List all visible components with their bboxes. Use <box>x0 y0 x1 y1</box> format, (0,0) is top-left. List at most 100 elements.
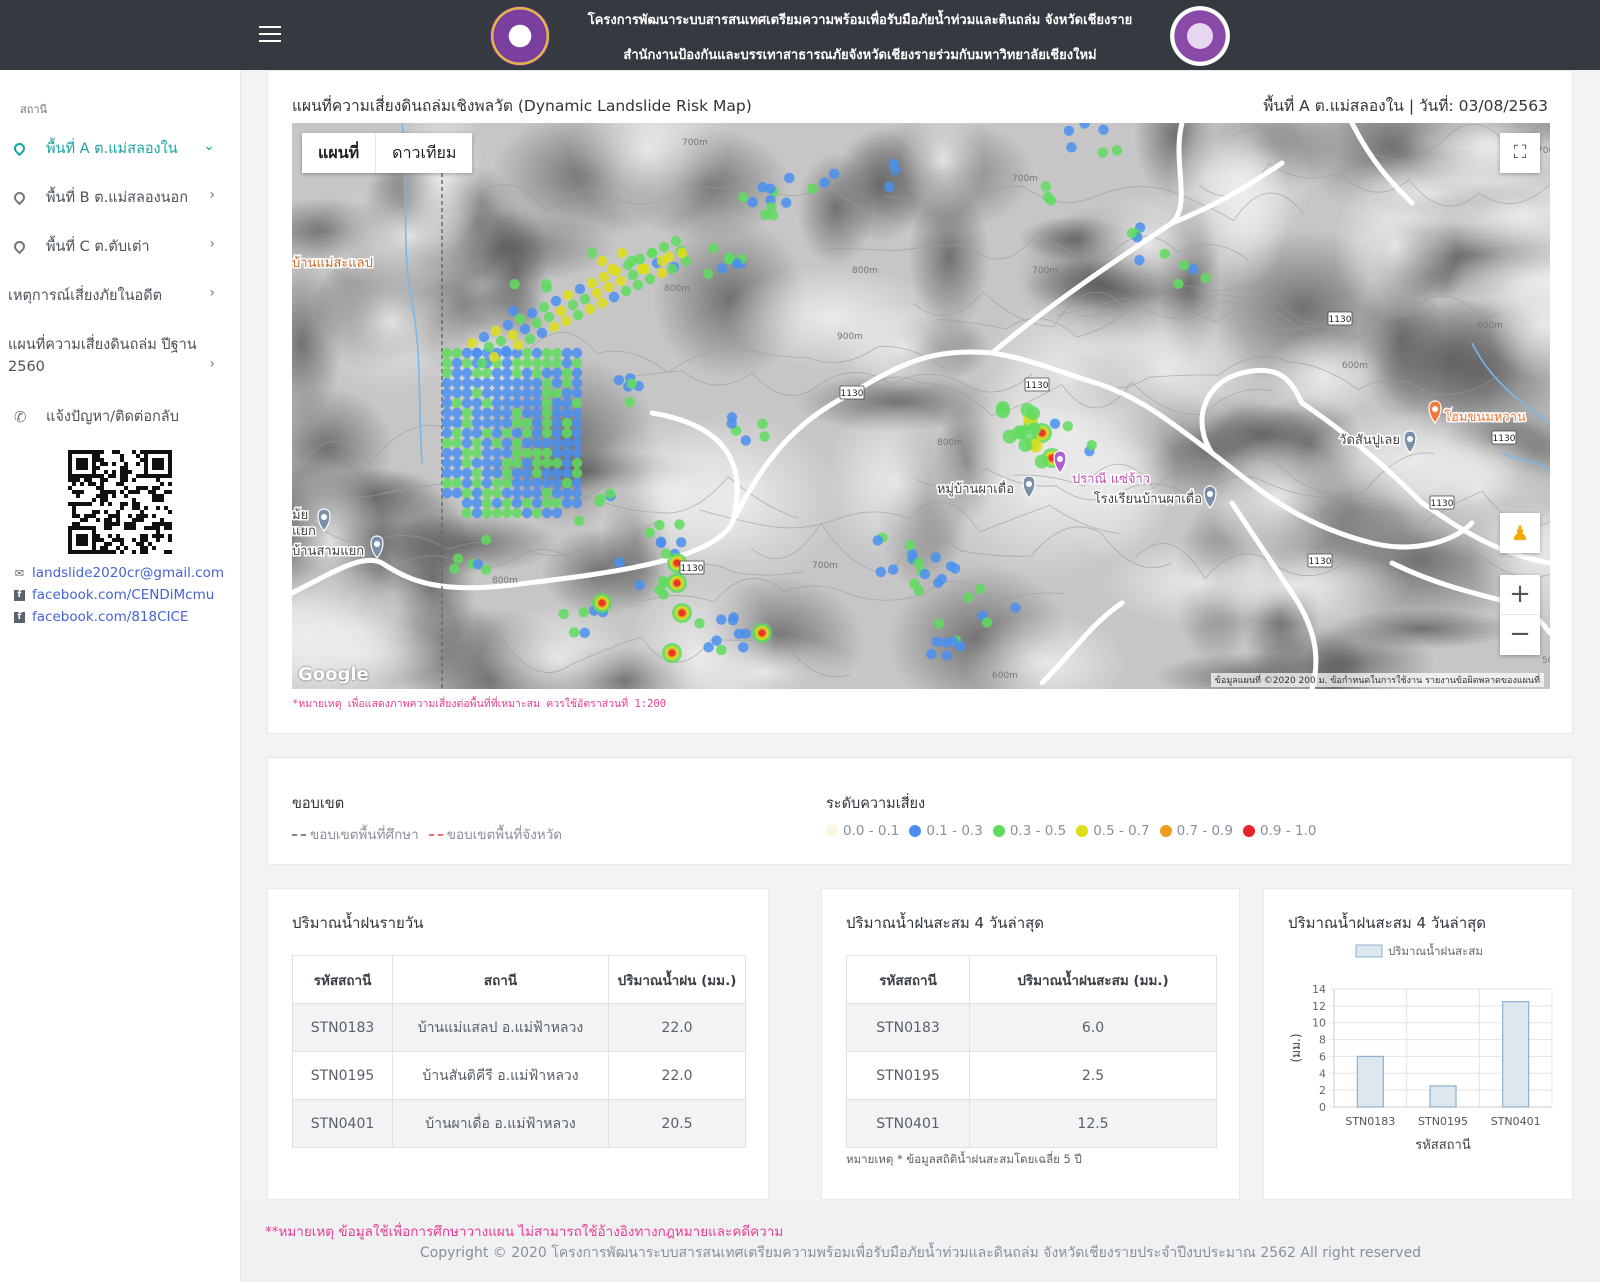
risk-cell <box>511 407 523 419</box>
risk-cell <box>548 321 560 333</box>
risk-cell <box>586 277 598 289</box>
risk-cell <box>571 487 583 499</box>
risk-cell <box>596 297 608 309</box>
risk-cell <box>481 427 493 439</box>
risk-cell <box>758 629 766 637</box>
road-shield: 1130 <box>679 560 705 575</box>
risk-cell <box>480 534 492 545</box>
risk-cell <box>551 367 563 379</box>
map-card: แผนที่ความเสี่ยงดินถล่มเชิงพลวัต (Dynami… <box>267 70 1573 734</box>
risk-cell <box>724 252 735 263</box>
risk-cell <box>441 387 453 399</box>
table-row: STN0183 6.0 <box>846 1003 1217 1052</box>
sidebar-item-label: แจ้งปัญหา/ติดต่อกลับ <box>46 409 179 425</box>
x-tick-label: STN0183 <box>1345 1115 1395 1128</box>
risk-cell <box>571 407 583 419</box>
table-cell: STN0183 <box>846 1003 970 1052</box>
table-row: STN0401 12.5 <box>846 1099 1217 1148</box>
risk-cell <box>551 477 563 489</box>
fullscreen-icon[interactable]: ⛶ <box>1500 133 1540 173</box>
risk-cell <box>561 377 573 389</box>
risk-cell <box>626 378 637 389</box>
risk-cell <box>933 618 945 629</box>
legend-item-risk-0: 0.0 - 0.1 <box>826 823 899 839</box>
risk-cell <box>561 447 573 459</box>
risk-cell <box>471 447 483 459</box>
risk-cell <box>531 427 543 439</box>
risk-cell <box>666 263 678 275</box>
hamburger-menu-icon[interactable] <box>259 26 281 42</box>
contact-email[interactable]: ✉ landslide2020cr@gmail.com <box>14 565 224 581</box>
risk-cell <box>501 487 513 499</box>
risk-cell <box>561 417 573 429</box>
y-axis-label: (มม.) <box>1289 1034 1303 1063</box>
risk-cell <box>541 447 553 459</box>
facebook-icon: f <box>14 589 25 601</box>
sidebar-item-area-b[interactable]: พื้นที่ B ต.แม่สลองนอก › <box>0 187 241 217</box>
risk-cell <box>702 268 714 280</box>
table-row: STN0195 บ้านสันติคีรี อ.แม่ฟ้าหลวง 22.0 <box>292 1051 746 1100</box>
risk-cell <box>586 247 598 259</box>
risk-cell <box>481 507 493 519</box>
risk-cell <box>933 577 944 588</box>
sidebar-item-base-risk-map[interactable]: แผนที่ความเสี่ยงดินถล่ม ปีฐาน 2560 › <box>0 334 241 384</box>
place-label-home-dessert: โฮมขนมหวาน <box>1444 409 1526 425</box>
risk-cell <box>551 357 563 369</box>
risk-cell <box>511 497 523 509</box>
risk-cell <box>627 269 639 281</box>
risk-cell <box>1173 278 1184 289</box>
map-pin-icon <box>11 189 28 206</box>
place-label-fragment: ม้ย <box>292 508 308 523</box>
sidebar-item-past-events[interactable]: เหตุการณ์เสี่ยงภัยในอดีต › <box>0 285 241 315</box>
risk-cell <box>571 497 583 509</box>
street-view-pegman-icon[interactable]: ♟ <box>1500 513 1540 553</box>
contact-facebook-818cice[interactable]: f facebook.com/818CICE <box>14 609 188 625</box>
risk-cell <box>491 487 503 499</box>
risk-cell <box>875 566 887 578</box>
sidebar-item-area-c[interactable]: พื้นที่ C ต.ตับเต่า › <box>0 236 241 266</box>
risk-cell <box>1126 227 1138 239</box>
daily-rain-card: ปริมาณน้ำฝนรายวัน รหัสสถานี สถานี ปริมาณ… <box>267 888 769 1200</box>
contour-label: 700m <box>682 138 708 148</box>
risk-cell <box>616 247 628 259</box>
risk-cell <box>740 435 751 446</box>
risk-cell <box>501 417 513 429</box>
sidebar: สถานี พื้นที่ A ต.แม่สลองใน ⌄ พื้นที่ B … <box>0 70 241 1282</box>
sidebar-item-contact[interactable]: ✆ แจ้งปัญหา/ติดต่อกลับ <box>0 406 241 436</box>
risk-cell <box>567 299 579 311</box>
risk-cell <box>551 507 563 519</box>
risk-cell <box>501 407 513 419</box>
map-attribution[interactable]: ข้อมูลแผนที่ ©2020 200 ม. ข้อกำหนดในการใ… <box>1210 673 1544 687</box>
risk-cell <box>594 496 605 507</box>
risk-cell <box>531 407 543 419</box>
risk-cell <box>451 487 463 499</box>
risk-cell <box>531 377 543 389</box>
tab-map[interactable]: แผนที่ <box>302 133 377 173</box>
sidebar-item-label: แผนที่ความเสี่ยงดินถล่ม ปีฐาน 2560 <box>8 337 197 375</box>
risk-cell <box>481 487 493 499</box>
landslide-risk-map[interactable]: 700m 800m 700m 800m 900m 800m 700m 600m 600m 800m… <box>292 123 1550 689</box>
risk-cell <box>904 539 916 551</box>
risk-cell <box>471 367 483 379</box>
place-label-pha-duea: หมู่บ้านผาเดื่อ <box>937 480 1014 497</box>
risk-cell <box>481 397 493 409</box>
risk-cell <box>757 418 768 430</box>
tab-satellite[interactable]: ดาวเทียม <box>376 133 472 173</box>
risk-cell <box>501 477 513 489</box>
risk-cell <box>541 367 553 379</box>
risk-cell <box>561 427 573 439</box>
sidebar-item-area-a[interactable]: พื้นที่ A ต.แม่สลองใน ⌄ <box>0 138 241 168</box>
y-tick-label: 14 <box>1312 983 1326 996</box>
province-logo <box>490 6 550 66</box>
risk-cell <box>658 589 669 600</box>
risk-cell <box>451 447 463 459</box>
risk-cell <box>574 515 585 527</box>
svg-text:1130: 1130 <box>1026 381 1049 391</box>
contact-facebook-cendim[interactable]: f facebook.com/CENDiMcmu <box>14 587 214 603</box>
zoom-in-button[interactable]: + <box>1500 575 1540 615</box>
risk-cell <box>521 487 533 499</box>
risk-cell <box>451 407 463 419</box>
contour-label: 900m <box>837 332 863 342</box>
zoom-out-button[interactable]: − <box>1500 615 1540 655</box>
risk-cell <box>716 614 727 625</box>
